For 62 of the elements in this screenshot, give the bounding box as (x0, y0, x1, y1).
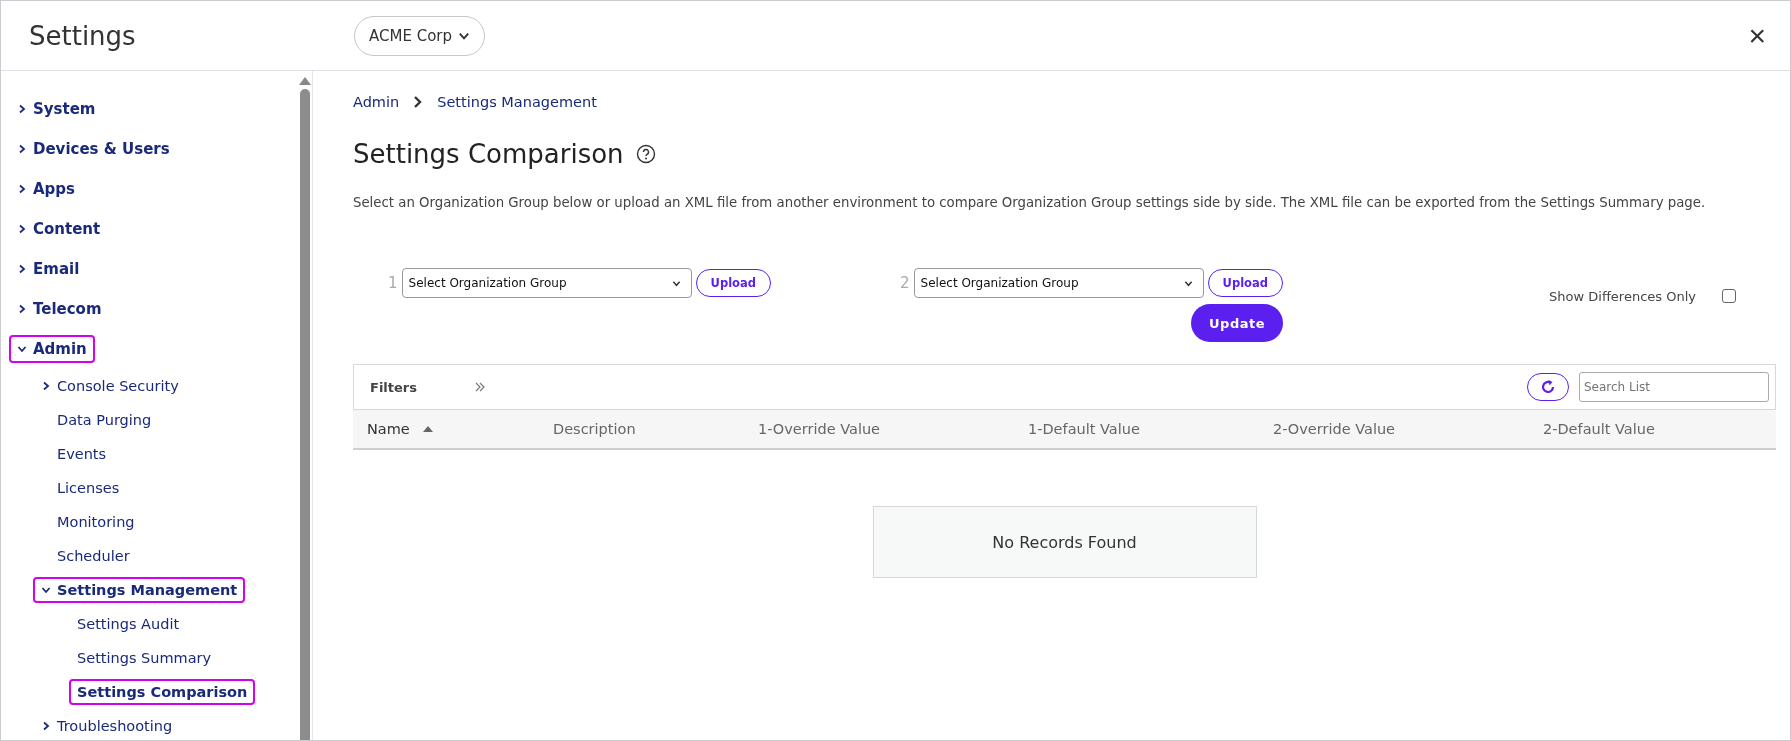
update-button[interactable]: Update (1191, 304, 1283, 342)
sort-ascending-icon[interactable] (421, 425, 434, 433)
sidebar-item[interactable]: Settings Summary (69, 645, 220, 671)
filters-label: Filters (370, 379, 418, 395)
organization-group-select[interactable]: Select Organization Group (913, 268, 1204, 298)
chevron-right-icon (41, 721, 51, 731)
organization-group-select[interactable]: Select Organization Group (401, 268, 692, 298)
upload-button[interactable]: Upload (1207, 269, 1283, 297)
empty-message: No Records Found (872, 506, 1257, 578)
page-title: Settings Comparison (353, 139, 624, 169)
sidebar-item[interactable]: Telecom (9, 295, 110, 323)
sidebar-item[interactable]: Settings Audit (69, 611, 188, 637)
sidebar-item[interactable]: Console Security (33, 373, 187, 399)
scrollbar[interactable] (297, 71, 313, 740)
sidebar-item[interactable]: Licenses (49, 475, 128, 501)
chevron-right-icon (413, 96, 424, 108)
breadcrumb-link[interactable]: Settings Management (437, 94, 597, 110)
scrollbar-thumb[interactable] (299, 89, 310, 740)
column-header[interactable]: 2-Override Value (1273, 421, 1396, 437)
sidebar-item[interactable]: Monitoring (49, 509, 143, 535)
group-number: 2 (900, 274, 910, 292)
help-icon[interactable] (635, 144, 656, 164)
upload-button[interactable]: Upload (695, 269, 771, 297)
close-button[interactable]: × (1742, 17, 1772, 54)
column-header[interactable]: 2-Default Value (1543, 421, 1655, 437)
sidebar-item[interactable]: Email (9, 255, 88, 283)
sidebar-item[interactable]: Events (49, 441, 115, 467)
sidebar-item[interactable]: Data Purging (49, 407, 160, 433)
sidebar-item[interactable]: Apps (9, 175, 83, 203)
breadcrumb-link[interactable]: Admin (353, 94, 400, 110)
chevron-right-icon (17, 264, 27, 274)
chevron-right-icon (17, 304, 27, 314)
column-header[interactable]: Description (553, 421, 636, 437)
chevron-right-icon (17, 144, 27, 154)
sidebar-item[interactable]: System (9, 95, 104, 123)
chevron-right-icon (17, 224, 27, 234)
chevron-right-icon (17, 184, 27, 194)
sidebar-item[interactable]: Admin (9, 335, 95, 363)
refresh-icon (1540, 379, 1556, 395)
chevron-down-icon (41, 585, 51, 595)
sidebar-item[interactable]: Devices & Users (9, 135, 178, 163)
description-text: Select an Organization Group below or upload an XML file from another environment to compare Organization Group settings side by side. The XML file can be exported from the Settings Summary page. (353, 195, 1707, 210)
refresh-button[interactable] (1527, 373, 1569, 401)
checkbox-label: Show Differences Only (1549, 288, 1696, 304)
organization-dropdown[interactable]: ACME Corp (354, 15, 485, 56)
column-header[interactable]: 1-Override Value (758, 421, 881, 437)
sidebar-item[interactable]: Troubleshooting (33, 713, 181, 739)
column-header[interactable]: 1-Default Value (1028, 421, 1140, 437)
search-field[interactable]: Search List (1579, 372, 1769, 402)
scroll-up-icon[interactable] (298, 77, 311, 85)
chevron-right-icon (17, 104, 27, 114)
window-title: Settings (29, 20, 137, 51)
sidebar-item[interactable]: Settings Comparison (69, 679, 256, 705)
chevron-down-icon (17, 344, 27, 354)
sidebar-item[interactable]: Scheduler (49, 543, 138, 569)
sidebar-item[interactable]: Settings Management (33, 577, 246, 603)
double-chevron-icon[interactable] (474, 381, 486, 393)
checkbox[interactable] (1722, 289, 1736, 303)
column-header[interactable]: Name (367, 421, 410, 437)
chevron-right-icon (41, 381, 51, 391)
group-number: 1 (388, 274, 398, 292)
sidebar-item[interactable]: Content (9, 215, 109, 243)
